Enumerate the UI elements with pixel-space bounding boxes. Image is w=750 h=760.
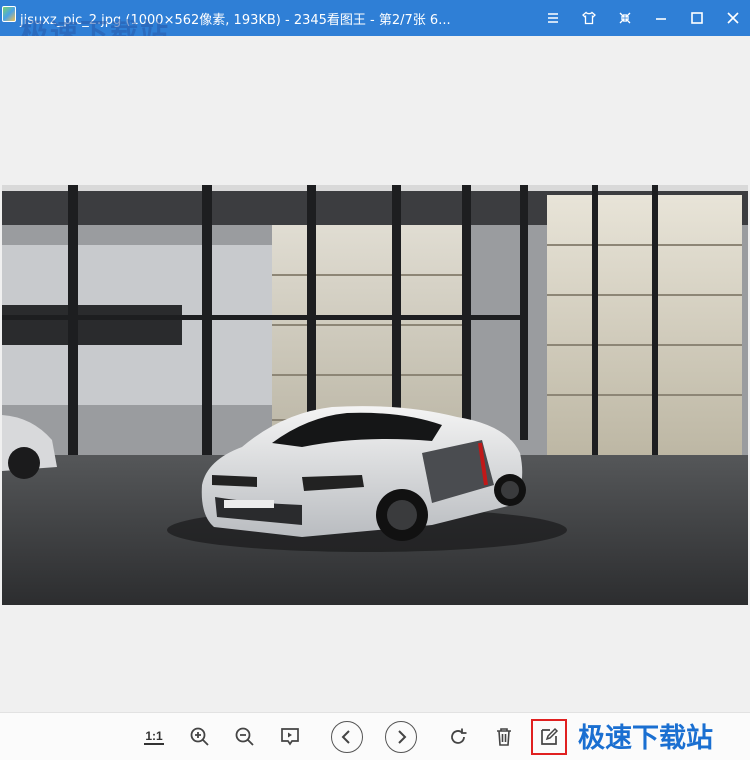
edit-icon[interactable]	[531, 719, 567, 755]
skin-icon[interactable]	[572, 0, 606, 36]
menu-icon[interactable]	[536, 0, 570, 36]
next-icon[interactable]	[385, 721, 417, 753]
actual-size-button[interactable]: 1:1	[138, 721, 170, 753]
actual-size-label: 1:1	[144, 728, 164, 745]
car-photo	[2, 185, 748, 605]
maximize-icon[interactable]	[680, 0, 714, 36]
rotate-icon[interactable]	[442, 721, 474, 753]
shrink-icon[interactable]	[608, 0, 642, 36]
delete-icon[interactable]	[488, 721, 520, 753]
window-title: jisuxz_pic_2.jpg (1000×562像素, 193KB) - 2…	[20, 13, 451, 28]
prev-icon[interactable]	[331, 721, 363, 753]
image-viewer[interactable]	[0, 36, 750, 712]
zoom-out-icon[interactable]	[229, 721, 261, 753]
close-icon[interactable]	[716, 0, 750, 36]
zoom-in-icon[interactable]	[184, 721, 216, 753]
app-icon	[2, 6, 16, 22]
title-bar: jisuxz_pic_2.jpg (1000×562像素, 193KB) - 2…	[0, 0, 750, 50]
window-controls	[534, 0, 750, 36]
watermark-bottom: 极速下载站	[578, 723, 713, 754]
slideshow-icon[interactable]	[274, 721, 306, 753]
minimize-icon[interactable]	[644, 0, 678, 36]
